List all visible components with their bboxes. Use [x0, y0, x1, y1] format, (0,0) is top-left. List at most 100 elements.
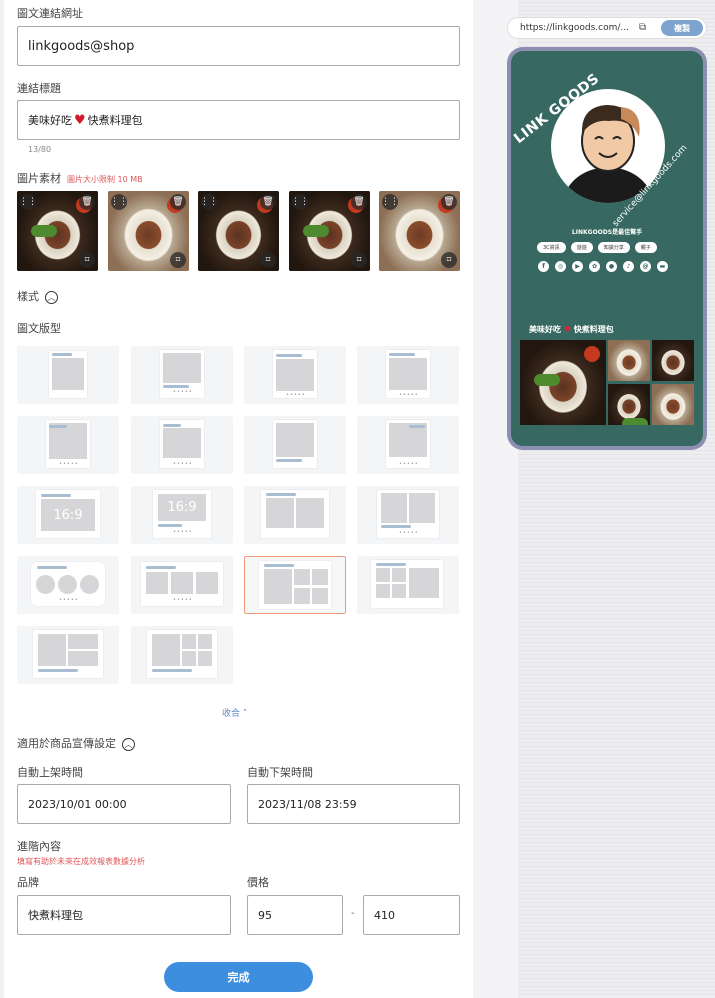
image-thumb-5[interactable]: ⋮⋮ 🗑 ⌗ — [379, 191, 460, 271]
ratio-label: 16:9 — [41, 499, 95, 531]
crop-icon[interactable]: ⌗ — [351, 252, 367, 268]
images-label: 圖片素材 圖片大小限制 10 MB — [17, 170, 143, 186]
price-min-input[interactable]: 95 — [247, 895, 343, 935]
heart-icon: ♥ — [74, 112, 86, 128]
caret-up-icon: ˄ — [242, 709, 248, 719]
drag-grid-icon[interactable]: ⋮⋮ — [381, 194, 399, 210]
price-label: 價格 — [247, 876, 269, 889]
social-icons: f ◎ ▶ ✿ ● ♪ @ ▬ — [538, 261, 668, 272]
phone-screen: LINK GOODS service@linkgoods.com LINKGOO… — [511, 51, 703, 446]
images-size-hint: 圖片大小限制 10 MB — [67, 175, 143, 184]
category-chips: 3C資訊 遊遊 知識分享 親子 — [537, 242, 657, 253]
auto-on-input[interactable]: 2023/10/01 00:00 — [17, 784, 231, 824]
layout-option-17[interactable] — [17, 626, 119, 684]
chip[interactable]: 親子 — [634, 242, 657, 253]
advanced-hint: 填寫有助於未來在成效報表數據分析 — [17, 857, 145, 866]
chip[interactable]: 3C資訊 — [537, 242, 566, 253]
external-link-icon[interactable]: ⧉ — [639, 22, 646, 33]
style-label: 樣式 — [17, 290, 39, 303]
auto-off-label: 自動下架時間 — [247, 766, 313, 779]
crop-icon[interactable]: ⌗ — [441, 252, 457, 268]
image-collage[interactable] — [520, 340, 694, 425]
images-label-text: 圖片素材 — [17, 172, 61, 185]
layout-option-4[interactable]: ••••• — [357, 346, 459, 404]
promo-label: 適用於商品宣傳設定 — [17, 737, 116, 750]
advanced-label: 進階內容 — [17, 840, 61, 853]
trash-icon[interactable]: 🗑 — [260, 194, 276, 210]
drag-grid-icon[interactable]: ⋮⋮ — [110, 194, 128, 210]
layout-option-12[interactable]: ••••• — [357, 486, 459, 544]
chevron-up-icon[interactable]: ︿ — [122, 737, 135, 751]
layout-option-5[interactable]: ••••• — [17, 416, 119, 474]
title-text-before: 美味好吃 — [28, 114, 72, 127]
trash-icon[interactable]: 🗑 — [441, 194, 457, 210]
phone-preview: LINK GOODS service@linkgoods.com LINKGOO… — [507, 47, 707, 450]
title-label: 連結標題 — [17, 82, 61, 95]
layout-option-14[interactable]: ••••• — [131, 556, 233, 614]
collapse-link[interactable]: 收合 ˄ — [222, 706, 247, 719]
title-text-after: 快煮料理包 — [87, 114, 143, 127]
title-char-count: 13/80 — [28, 145, 52, 154]
done-button[interactable]: 完成 — [164, 962, 313, 992]
brand-label: 品牌 — [17, 876, 39, 889]
chip[interactable]: 知識分享 — [597, 242, 630, 253]
trash-icon[interactable]: 🗑 — [170, 194, 186, 210]
image-thumb-3[interactable]: ⋮⋮ 🗑 ⌗ — [198, 191, 279, 271]
layout-option-11[interactable] — [244, 486, 346, 544]
crop-icon[interactable]: ⌗ — [170, 252, 186, 268]
auto-on-label: 自動上架時間 — [17, 766, 83, 779]
drag-grid-icon[interactable]: ⋮⋮ — [200, 194, 218, 210]
url-input[interactable]: linkgoods@shop — [17, 26, 460, 66]
ratio-label: 16:9 — [158, 494, 206, 521]
image-thumb-4[interactable]: ⋮⋮ 🗑 ⌗ — [289, 191, 370, 271]
layout-option-9[interactable]: 16:9 — [17, 486, 119, 544]
preview-url: https://linkgoods.com/... — [520, 23, 630, 33]
layout-option-18[interactable] — [131, 626, 233, 684]
pinkoi-icon[interactable]: ✿ — [589, 261, 600, 272]
layout-option-8[interactable]: ••••• — [357, 416, 459, 474]
line-icon[interactable]: ● — [606, 261, 617, 272]
collapse-label: 收合 — [222, 709, 241, 719]
brand-input[interactable]: 快煮料理包 — [17, 895, 231, 935]
layout-option-3[interactable]: ••••• — [244, 346, 346, 404]
image-thumb-2[interactable]: ⋮⋮ 🗑 ⌗ — [108, 191, 189, 271]
layout-option-1[interactable] — [17, 346, 119, 404]
preview-post-title: 美味好吃 ♥ 快煮料理包 — [529, 324, 614, 335]
layout-option-15-selected[interactable] — [244, 556, 346, 614]
layout-option-2[interactable]: ••••• — [131, 346, 233, 404]
price-max-input[interactable]: 410 — [363, 895, 460, 935]
crop-icon[interactable]: ⌗ — [79, 252, 95, 268]
youtube-icon[interactable]: ▶ — [572, 261, 583, 272]
price-separator: - — [351, 908, 355, 919]
tiktok-icon[interactable]: ♪ — [623, 261, 634, 272]
drag-grid-icon[interactable]: ⋮⋮ — [19, 194, 37, 210]
shop-icon[interactable]: ▬ — [657, 261, 668, 272]
instagram-icon[interactable]: ◎ — [555, 261, 566, 272]
post-title-after: 快煮料理包 — [573, 325, 614, 334]
layout-option-6[interactable]: ••••• — [131, 416, 233, 474]
drag-grid-icon[interactable]: ⋮⋮ — [291, 194, 309, 210]
promo-toggle[interactable]: 適用於商品宣傳設定 ︿ — [17, 735, 135, 751]
title-input[interactable]: 美味好吃 ♥ 快煮料理包 — [17, 100, 460, 140]
copy-button[interactable]: 複製 — [661, 20, 703, 36]
heart-icon: ♥ — [563, 325, 571, 334]
threads-icon[interactable]: @ — [640, 261, 651, 272]
crop-icon[interactable]: ⌗ — [260, 252, 276, 268]
auto-off-input[interactable]: 2023/11/08 23:59 — [247, 784, 460, 824]
trash-icon[interactable]: 🗑 — [351, 194, 367, 210]
layout-option-10[interactable]: 16:9 ••••• — [131, 486, 233, 544]
layout-option-16[interactable] — [357, 556, 459, 614]
layout-label: 圖文版型 — [17, 322, 61, 335]
chevron-up-icon[interactable]: ︿ — [45, 290, 58, 304]
post-title-before: 美味好吃 — [529, 325, 561, 334]
facebook-icon[interactable]: f — [538, 261, 549, 272]
layout-option-7[interactable] — [244, 416, 346, 474]
preview-tagline: LINKGOODS是最佳幫手 — [571, 229, 643, 236]
layout-option-13[interactable]: ••••• — [17, 556, 119, 614]
url-label: 圖文連結網址 — [17, 7, 83, 20]
preview-url-bar: https://linkgoods.com/... ⧉ 複製 — [507, 17, 707, 39]
trash-icon[interactable]: 🗑 — [79, 194, 95, 210]
style-toggle[interactable]: 樣式 ︿ — [17, 288, 58, 304]
chip[interactable]: 遊遊 — [570, 242, 593, 253]
image-thumb-1[interactable]: ⋮⋮ 🗑 ⌗ — [17, 191, 98, 271]
